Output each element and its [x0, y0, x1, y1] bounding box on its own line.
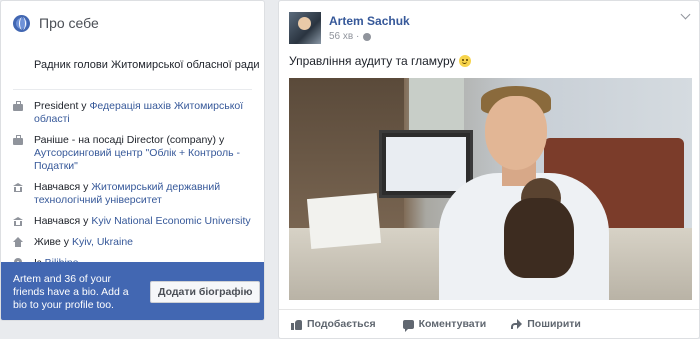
about-card: Про себе Радник голови Житомирської обла…: [0, 0, 265, 321]
post-photo[interactable]: [289, 78, 692, 300]
about-item-prefix: Навчався у: [34, 215, 92, 227]
chevron-down-icon[interactable]: [680, 9, 691, 20]
public-globe-icon: [363, 32, 372, 41]
post-author[interactable]: Artem Sachuk: [329, 14, 410, 28]
comment-label: Коментувати: [418, 318, 487, 330]
post-card: Artem Sachuk 56 хв · Управління аудиту т…: [278, 0, 700, 339]
post-text-content: Управління аудиту та гламуру: [289, 54, 456, 68]
post-meta: 56 хв ·: [329, 31, 372, 42]
about-item-link[interactable]: Kyiv National Economic University: [91, 215, 250, 227]
bio-prompt-text: Artem and 36 of your friends have a bio.…: [13, 272, 129, 311]
about-items-list: President у Федерація шахів Житомирської…: [1, 90, 264, 270]
globe-icon: [13, 14, 30, 32]
briefcase-icon: [13, 135, 24, 146]
about-item-education: Навчався у Житомирський державний технол…: [13, 181, 252, 207]
comment-icon: [402, 319, 414, 332]
post-timestamp[interactable]: 56 хв ·: [329, 31, 359, 42]
about-item-link[interactable]: Аутсорсинговий центр "Облік + Контроль -…: [34, 147, 240, 172]
share-label: Поширити: [527, 318, 581, 330]
photo-person-face: [485, 96, 547, 170]
photo-dog: [504, 198, 574, 278]
smile-emoji-icon: [458, 55, 471, 67]
comment-button[interactable]: Коментувати: [402, 318, 487, 332]
school-icon: [13, 182, 24, 193]
add-bio-button[interactable]: Додати біографію: [150, 281, 261, 303]
about-title: Про себе: [39, 15, 99, 31]
share-arrow-icon: [511, 319, 523, 329]
about-item-lives-in: Живе у Kyiv, Ukraine: [13, 236, 252, 249]
about-item-prefix: Навчався у: [34, 181, 92, 193]
post-actions: Подобається Коментувати Поширити: [279, 309, 699, 338]
about-item-education: Навчався у Kyiv National Economic Univer…: [13, 215, 252, 228]
avatar[interactable]: [289, 12, 321, 44]
about-item-work: President у Федерація шахів Житомирської…: [13, 100, 252, 126]
like-button[interactable]: Подобається: [291, 318, 376, 330]
about-item-prefix: Живе у: [34, 236, 72, 248]
about-item-prefix: Раніше - на посаді Director (company) у: [34, 134, 225, 146]
photo-shelf: [409, 78, 464, 138]
photo-papers: [306, 193, 382, 249]
about-role: Радник голови Житомирської обласної ради: [34, 59, 260, 71]
like-label: Подобається: [307, 318, 376, 330]
post-text: Управління аудиту та гламуру: [289, 54, 471, 68]
bio-prompt: Artem and 36 of your friends have a bio.…: [1, 262, 264, 320]
post-header: Artem Sachuk 56 хв ·: [279, 1, 699, 45]
thumbs-up-icon: [291, 319, 302, 330]
about-item-past-work: Раніше - на посаді Director (company) у …: [13, 134, 252, 173]
home-icon: [13, 237, 24, 248]
school-icon: [13, 216, 24, 227]
about-header: Про себе: [1, 1, 264, 35]
share-button[interactable]: Поширити: [511, 318, 581, 330]
about-item-link[interactable]: Kyiv, Ukraine: [72, 236, 133, 248]
briefcase-icon: [13, 101, 24, 112]
about-item-prefix: President у: [34, 100, 90, 112]
